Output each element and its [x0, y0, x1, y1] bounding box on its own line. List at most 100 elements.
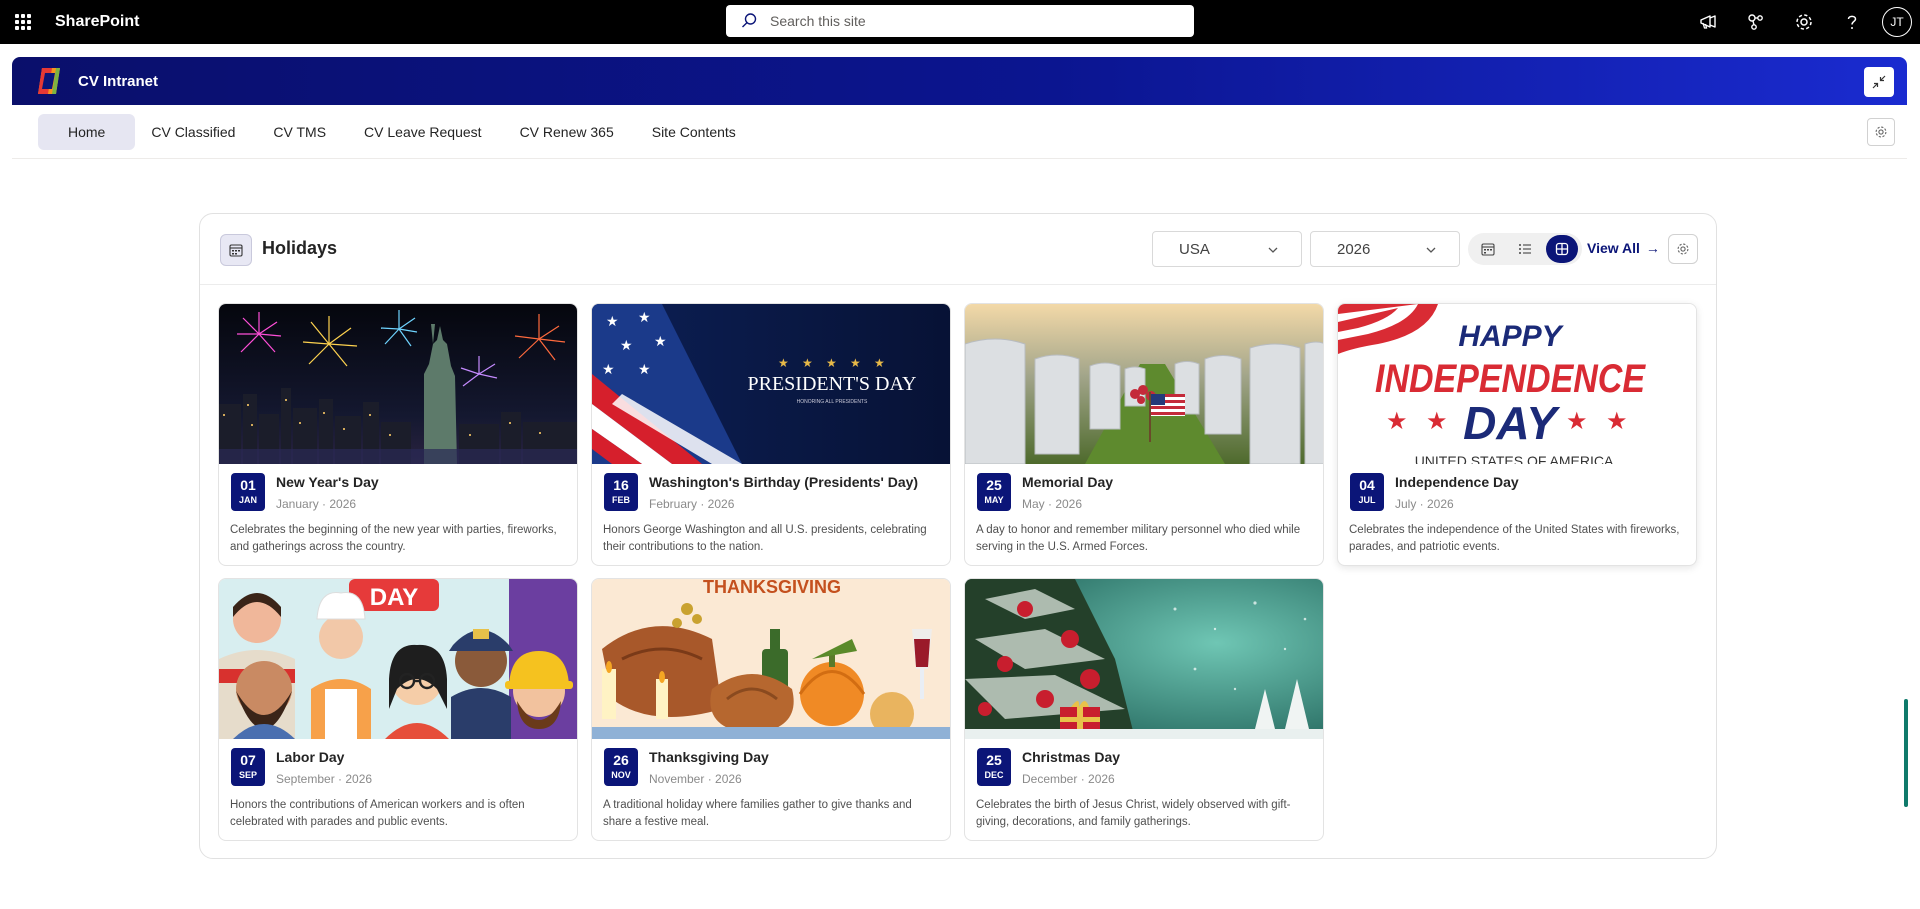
user-avatar[interactable]: JT — [1882, 7, 1912, 37]
announcement-button[interactable] — [1684, 0, 1732, 44]
view-all-link[interactable]: View All → — [1587, 240, 1660, 256]
holidays-header: Holidays USA 2026 View All → — [200, 214, 1716, 285]
date-day: 01 — [240, 477, 256, 493]
holiday-description: Celebrates the independence of the Unite… — [1349, 524, 1680, 553]
date-badge: 01 JAN — [231, 473, 265, 511]
svg-text:★: ★ — [654, 334, 667, 350]
site-logo[interactable] — [34, 66, 64, 96]
settings-button[interactable] — [1780, 0, 1828, 44]
view-all-label: View All — [1587, 240, 1640, 256]
presidents-day-image-subtext: HONORING ALL PRESIDENTS — [797, 399, 868, 405]
svg-text:★: ★ — [606, 314, 619, 330]
svg-text:★: ★ — [638, 310, 651, 326]
holiday-title: Christmas Day — [1022, 749, 1121, 765]
date-badge: 04 JUL — [1350, 473, 1384, 511]
view-mode-toggle — [1468, 233, 1582, 265]
svg-text:★: ★ — [802, 356, 813, 370]
gear-icon — [1677, 243, 1689, 255]
holiday-description: Honors the contributions of American wor… — [230, 799, 525, 828]
holiday-image-fireworks — [219, 304, 577, 464]
nav-item-site-contents[interactable]: Site Contents — [638, 114, 750, 150]
date-badge: 07 SEP — [231, 748, 265, 786]
holiday-description: Celebrates the beginning of the new year… — [230, 524, 557, 553]
suite-bar: SharePoint Search this site JT — [0, 0, 1920, 44]
svg-text:★: ★ — [874, 356, 885, 370]
date-day: 26 — [613, 752, 629, 768]
date-badge: 25 DEC — [977, 748, 1011, 786]
holiday-description: A day to honor and remember military per… — [976, 524, 1301, 553]
nav-item-cv-leave-request[interactable]: CV Leave Request — [350, 114, 496, 150]
date-day: 25 — [986, 477, 1002, 493]
date-month: JUL — [1358, 495, 1376, 505]
vertical-scrollbar[interactable] — [1904, 699, 1908, 807]
app-name[interactable]: SharePoint — [55, 13, 139, 31]
independence-image-happy: HAPPY — [1458, 320, 1564, 353]
holiday-card[interactable]: HAPPY INDEPENDENCE DAY ★ ★ ★ ★ UNITED STATE… — [1337, 303, 1697, 566]
holiday-date-subtitle: May · 2026 — [1022, 497, 1083, 511]
nav-item-cv-tms[interactable]: CV TMS — [259, 114, 340, 150]
list-icon — [1518, 244, 1531, 254]
calendar-icon — [220, 234, 252, 266]
site-title[interactable]: CV Intranet — [78, 73, 158, 90]
nav-item-cv-renew-365[interactable]: CV Renew 365 — [506, 114, 628, 150]
date-day: 07 — [240, 752, 256, 768]
holiday-title: Memorial Day — [1022, 474, 1114, 490]
country-select[interactable]: USA — [1152, 231, 1302, 267]
holidays-webpart: Holidays USA 2026 View All → 01 JAN New … — [199, 213, 1717, 859]
help-button[interactable] — [1828, 0, 1876, 44]
question-icon — [1847, 15, 1857, 29]
date-day: 16 — [613, 477, 629, 493]
independence-image-independence: INDEPENDENCE — [1375, 357, 1646, 401]
holiday-title: Thanksgiving Day — [649, 749, 769, 765]
gear-icon — [1875, 126, 1887, 138]
date-badge: 16 FEB — [604, 473, 638, 511]
labor-day-image-text: DAY — [370, 584, 418, 611]
gear-icon — [1796, 14, 1812, 30]
grid-view-button[interactable] — [1545, 235, 1578, 263]
holiday-card[interactable]: ★ ★ ★ ★ ★ ★ ★ ★ ★ ★ ★ PRESIDENT'S DAY HONORING AL… — [591, 303, 951, 566]
megaphone-icon — [1700, 15, 1716, 29]
holiday-card[interactable]: THANKSGIVING 26 NOV Thanksgiving Day Nov… — [591, 578, 951, 841]
calendar-view-button[interactable] — [1472, 235, 1504, 263]
holiday-card[interactable]: DAY 07 SEP Labor Day September · 2026 Ho… — [218, 578, 578, 841]
waffle-icon — [15, 14, 31, 30]
holiday-image-memorial — [965, 304, 1323, 464]
holiday-title: New Year's Day — [276, 474, 379, 490]
svg-text:★: ★ — [1606, 407, 1628, 435]
svg-text:★: ★ — [620, 338, 633, 354]
date-month: MAY — [984, 495, 1004, 505]
independence-image-day: DAY — [1463, 397, 1561, 449]
app-switch-button[interactable] — [1732, 0, 1780, 44]
year-select-value: 2026 — [1337, 240, 1371, 258]
app-launcher-button[interactable] — [0, 0, 46, 44]
svg-text:★: ★ — [850, 356, 861, 370]
collapse-header-button[interactable] — [1864, 67, 1894, 97]
holiday-title: Labor Day — [276, 749, 345, 765]
search-icon — [742, 13, 757, 28]
chevron-down-icon — [1426, 247, 1436, 253]
holiday-date-subtitle: December · 2026 — [1022, 772, 1115, 786]
arrow-right-icon: → — [1645, 240, 1660, 256]
presidents-day-image-text: PRESIDENT'S DAY — [747, 373, 916, 395]
holiday-card[interactable]: 01 JAN New Year's Day January · 2026 Cel… — [218, 303, 578, 566]
svg-text:★: ★ — [602, 362, 615, 378]
holiday-card[interactable]: 25 MAY Memorial Day May · 2026 A day to … — [964, 303, 1324, 566]
grid-icon — [1555, 242, 1568, 256]
list-view-button[interactable] — [1509, 235, 1541, 263]
year-select[interactable]: 2026 — [1310, 231, 1460, 267]
holiday-date-subtitle: November · 2026 — [649, 772, 742, 786]
webpart-settings-button[interactable] — [1668, 234, 1698, 264]
search-input[interactable]: Search this site — [726, 5, 1194, 37]
nav-item-home[interactable]: Home — [38, 113, 136, 150]
holiday-card[interactable]: 25 DEC Christmas Day December · 2026 Cel… — [964, 578, 1324, 841]
svg-text:★: ★ — [638, 362, 651, 378]
holiday-title: Independence Day — [1395, 474, 1519, 490]
nav-settings-button[interactable] — [1867, 118, 1895, 146]
holiday-description: Honors George Washington and all U.S. pr… — [603, 524, 927, 553]
holiday-image-labor: DAY — [219, 579, 577, 739]
date-month: JAN — [238, 495, 257, 505]
share-network-icon — [1748, 14, 1763, 30]
holidays-title: Holidays — [262, 238, 338, 258]
date-day: 25 — [986, 752, 1002, 768]
nav-item-cv-classified[interactable]: CV Classified — [137, 114, 249, 150]
